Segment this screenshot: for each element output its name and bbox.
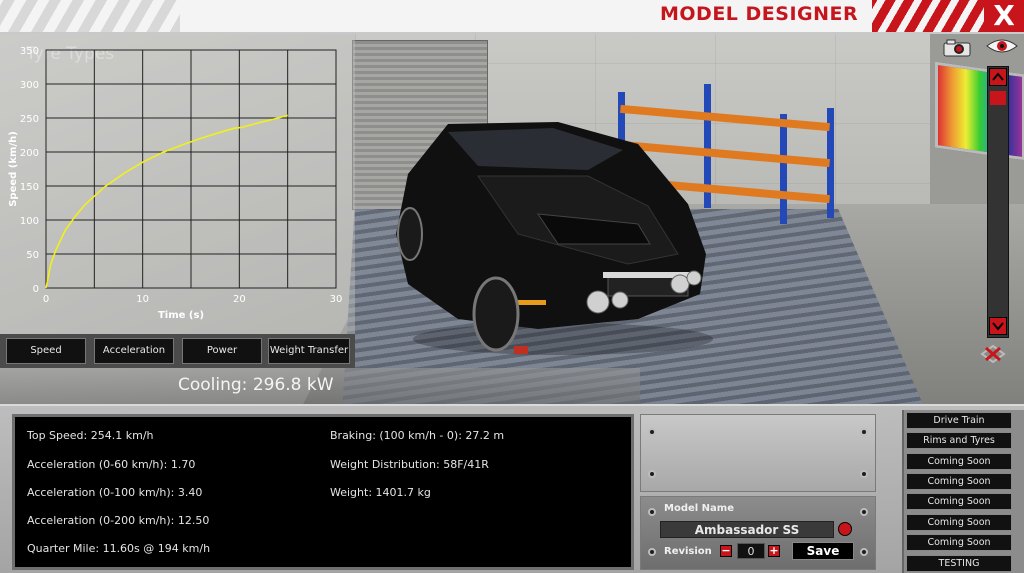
y-tick-label: 50 — [26, 250, 39, 261]
tab-power[interactable]: Power — [182, 338, 262, 364]
stats-panel: Top Speed: 254.1 km/h Acceleration (0-60… — [12, 414, 634, 570]
vertical-scrollbar[interactable] — [987, 66, 1009, 338]
chart-tabs: Speed Acceleration Power Weight Transfer — [0, 334, 355, 368]
chevron-down-icon[interactable] — [989, 317, 1007, 335]
y-tick-label: 0 — [33, 284, 39, 295]
clear-name-icon[interactable] — [838, 522, 852, 536]
bolt-icon — [648, 508, 656, 516]
speed-series-line — [45, 114, 288, 289]
stat-accel-0-200: Acceleration (0-200 km/h): 12.50 — [27, 514, 210, 527]
stat-quarter-mile: Quarter Mile: 11.60s @ 194 km/h — [27, 542, 211, 555]
camera-icon[interactable] — [942, 37, 972, 57]
x-tick-label: 10 — [136, 294, 149, 305]
revision-increment-button[interactable]: + — [768, 545, 780, 557]
bolt-icon — [648, 428, 656, 436]
stat-top-speed: Top Speed: 254.1 km/h — [27, 429, 154, 442]
stat-accel-0-60: Acceleration (0-60 km/h): 1.70 — [27, 458, 196, 471]
y-tick-label: 350 — [20, 46, 39, 57]
scrollbar-thumb[interactable] — [990, 91, 1006, 105]
menu-drive-train[interactable]: Drive Train — [906, 412, 1012, 429]
color-palette-board — [935, 61, 1024, 161]
revision-value: 0 — [737, 543, 765, 559]
y-tick-label: 250 — [20, 114, 39, 125]
stat-accel-0-100: Acceleration (0-100 km/h): 3.40 — [27, 486, 203, 499]
empty-plate-panel — [640, 414, 876, 492]
close-button[interactable]: X — [984, 0, 1024, 32]
x-tick-label: 30 — [330, 294, 343, 305]
y-axis-label: Speed (km/h) — [8, 131, 19, 207]
x-tick-label: 20 — [233, 294, 246, 305]
tab-acceleration[interactable]: Acceleration — [94, 338, 174, 364]
eye-icon[interactable] — [985, 36, 1019, 56]
y-tick-label: 150 — [20, 182, 39, 193]
bolt-icon — [860, 508, 868, 516]
menu-coming-soon-2[interactable]: Coming Soon — [906, 473, 1012, 490]
menu-coming-soon-4[interactable]: Coming Soon — [906, 514, 1012, 531]
menu-rims-and-tyres[interactable]: Rims and Tyres — [906, 432, 1012, 449]
tab-speed[interactable]: Speed — [6, 338, 86, 364]
menu-coming-soon-5[interactable]: Coming Soon — [906, 534, 1012, 551]
x-tick-label: 0 — [43, 294, 49, 305]
model-name-label: Model Name — [664, 503, 734, 514]
bolt-icon — [860, 548, 868, 556]
revision-decrement-button[interactable]: − — [720, 545, 732, 557]
save-button[interactable]: Save — [792, 542, 854, 560]
y-tick-label: 200 — [20, 148, 39, 159]
car-model[interactable] — [388, 114, 718, 359]
performance-chart-panel: Tyre Types 0 50 100 150 200 250 300 350 0 10 20 30 T… — [0, 34, 355, 334]
reset-view-icon[interactable] — [978, 342, 1008, 366]
bolt-icon — [648, 470, 656, 478]
tab-weight-transfer[interactable]: Weight Transfer — [268, 338, 350, 364]
speed-time-chart: 0 50 100 150 200 250 300 350 0 10 20 30 Time (s) Spee… — [8, 46, 343, 321]
x-axis-label: Time (s) — [158, 310, 204, 321]
bolt-icon — [860, 470, 868, 478]
stat-weight-distribution: Weight Distribution: 58F/41R — [330, 458, 489, 471]
bolt-icon — [648, 548, 656, 556]
chevron-up-icon[interactable] — [989, 68, 1007, 86]
model-name-field[interactable]: Ambassador SS — [660, 521, 834, 538]
menu-coming-soon-1[interactable]: Coming Soon — [906, 453, 1012, 470]
window-title: MODEL DESIGNER — [660, 3, 859, 25]
title-bar: MODEL DESIGNER X — [0, 0, 1024, 34]
y-tick-label: 300 — [20, 80, 39, 91]
menu-coming-soon-3[interactable]: Coming Soon — [906, 493, 1012, 510]
bolt-icon — [860, 428, 868, 436]
revision-label: Revision — [664, 546, 712, 557]
title-stripes-decoration — [0, 0, 180, 32]
cooling-readout: Cooling: 296.8 kW — [178, 375, 334, 395]
stat-weight: Weight: 1401.7 kg — [330, 486, 431, 499]
menu-testing[interactable]: TESTING — [906, 555, 1012, 572]
stat-braking: Braking: (100 km/h - 0): 27.2 m — [330, 429, 505, 442]
cooling-bar: Cooling: 296.8 kW — [0, 368, 640, 404]
y-tick-label: 100 — [20, 216, 39, 227]
